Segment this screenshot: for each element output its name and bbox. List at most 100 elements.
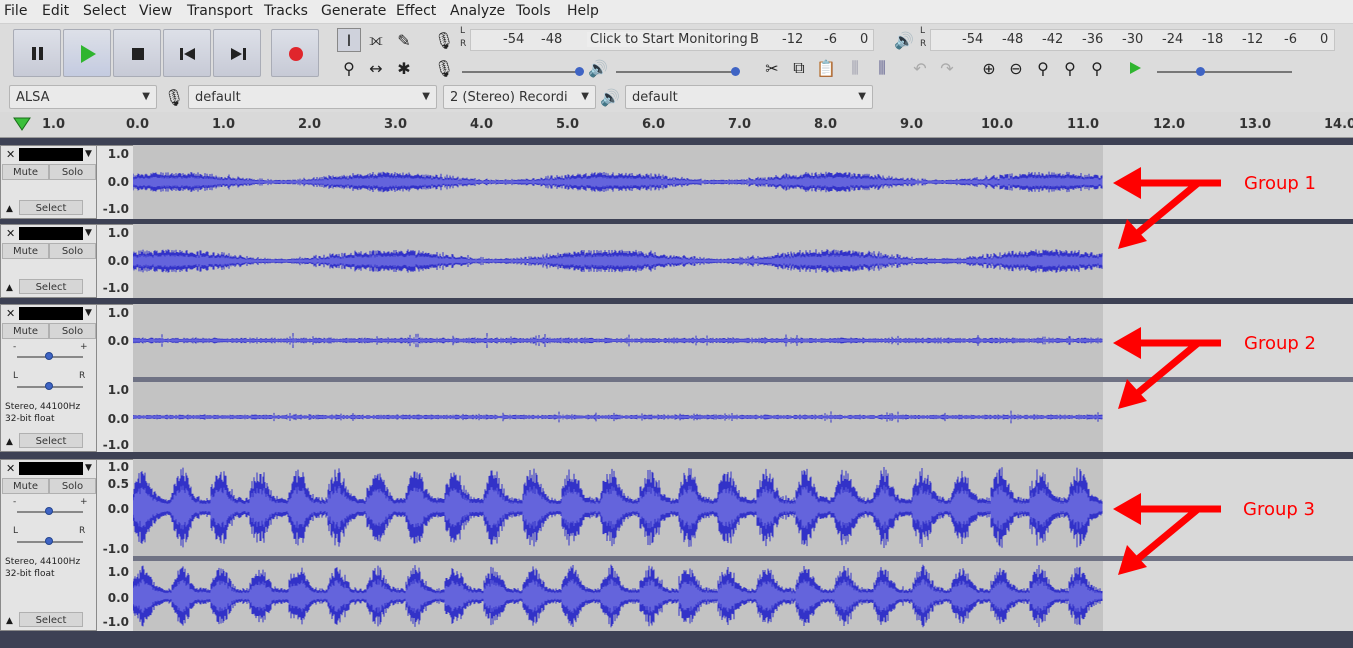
audio-host-select[interactable]: ALSA ▼: [9, 85, 157, 109]
record-device-select[interactable]: default ▼: [188, 85, 437, 109]
select-button[interactable]: Select: [19, 200, 83, 215]
waveform-channel-left[interactable]: [132, 304, 1103, 377]
silence-button[interactable]: ⫼: [870, 56, 894, 80]
mute-button[interactable]: Mute: [2, 323, 49, 339]
pan-slider-thumb[interactable]: [45, 382, 53, 390]
play-head-triangle-icon[interactable]: [12, 116, 32, 132]
track-name-redacted[interactable]: [19, 227, 83, 240]
play-at-speed-button[interactable]: [1123, 56, 1147, 80]
playback-volume-icon-wrap: 🔊: [586, 56, 610, 80]
track-name-redacted[interactable]: [19, 462, 83, 475]
menu-select[interactable]: Select: [83, 3, 126, 19]
record-channels-select[interactable]: 2 (Stereo) Recordi ▼: [443, 85, 596, 109]
record-volume-thumb[interactable]: [575, 67, 584, 76]
collapse-icon[interactable]: ▲: [6, 283, 13, 293]
close-icon[interactable]: ✕: [6, 148, 15, 161]
playback-device-select[interactable]: default ▼: [625, 85, 873, 109]
close-icon[interactable]: ✕: [6, 227, 15, 240]
collapse-icon[interactable]: ▲: [6, 437, 13, 447]
track-name-redacted[interactable]: [19, 307, 83, 320]
waveform-channel-right[interactable]: [132, 561, 1103, 631]
fit-selection-button[interactable]: ⚲: [1031, 56, 1055, 80]
vertical-scale[interactable]: 1.0 0.0 -1.0: [97, 145, 133, 219]
chevron-down-icon[interactable]: ▼: [85, 308, 92, 318]
vertical-scale[interactable]: 1.0 0.0 -1.0: [97, 224, 133, 298]
copy-button[interactable]: ⧉: [787, 56, 811, 80]
zoom-out-button[interactable]: ⊖: [1004, 56, 1028, 80]
undo-button[interactable]: ↶: [908, 56, 932, 80]
mute-button[interactable]: Mute: [2, 164, 49, 180]
mute-button[interactable]: Mute: [2, 478, 49, 494]
menu-view[interactable]: View: [139, 3, 172, 19]
waveform-channel-right[interactable]: [132, 382, 1103, 452]
gain-slider-thumb[interactable]: [45, 352, 53, 360]
skip-start-button[interactable]: [163, 29, 211, 77]
skip-end-button[interactable]: [213, 29, 261, 77]
select-button[interactable]: Select: [19, 279, 83, 294]
solo-button[interactable]: Solo: [49, 243, 96, 259]
envelope-tool[interactable]: ⟗: [364, 28, 388, 52]
menu-edit[interactable]: Edit: [42, 3, 69, 19]
timeline-ruler[interactable]: 1.0 0.0 1.0 2.0 3.0 4.0 5.0 6.0 7.0 8.0 …: [0, 112, 1353, 138]
playback-volume-thumb[interactable]: [731, 67, 740, 76]
menu-help[interactable]: Help: [567, 3, 599, 19]
close-icon[interactable]: ✕: [6, 462, 15, 475]
menu-tools[interactable]: Tools: [516, 3, 551, 19]
timeshift-tool[interactable]: ↔: [364, 56, 388, 80]
stop-button[interactable]: [113, 29, 161, 77]
ruler-tick: 0.0: [126, 117, 150, 132]
zoom-toggle-button[interactable]: ⚲: [1085, 56, 1109, 80]
collapse-icon[interactable]: ▲: [6, 204, 13, 214]
select-button[interactable]: Select: [19, 612, 83, 627]
play-speed-thumb[interactable]: [1196, 67, 1205, 76]
mute-button[interactable]: Mute: [2, 243, 49, 259]
fit-project-button[interactable]: ⚲: [1058, 56, 1082, 80]
menu-effect[interactable]: Effect: [396, 3, 436, 19]
chevron-down-icon[interactable]: ▼: [85, 149, 92, 159]
paste-button[interactable]: 📋: [814, 56, 838, 80]
menu-analyze[interactable]: Analyze: [450, 3, 505, 19]
collapse-icon[interactable]: ▲: [6, 616, 13, 626]
menu-file[interactable]: File: [4, 3, 27, 19]
track-name-redacted[interactable]: [19, 148, 83, 161]
gain-slider-thumb[interactable]: [45, 507, 53, 515]
solo-button[interactable]: Solo: [49, 323, 96, 339]
playback-meter-button[interactable]: 🔊: [892, 28, 916, 52]
record-button[interactable]: [271, 29, 319, 77]
chevron-down-icon[interactable]: ▼: [85, 228, 92, 238]
monitoring-tooltip[interactable]: Click to Start Monitoring: [587, 32, 751, 47]
zoom-in-button[interactable]: ⊕: [977, 56, 1001, 80]
redo-button[interactable]: ↷: [935, 56, 959, 80]
trim-button[interactable]: ⫼: [843, 56, 867, 80]
vertical-scale[interactable]: 1.0 0.0 1.0 0.0 -1.0: [97, 304, 133, 452]
play-button[interactable]: [63, 29, 111, 77]
group-3-label: Group 3: [1243, 499, 1315, 520]
waveform: [132, 249, 1103, 273]
waveform-channel-left[interactable]: [132, 459, 1103, 556]
select-button[interactable]: Select: [19, 433, 83, 448]
multi-tool[interactable]: ✱: [392, 56, 416, 80]
chevron-down-icon[interactable]: ▼: [85, 463, 92, 473]
menu-generate[interactable]: Generate: [321, 3, 386, 19]
playback-device-value: default: [632, 90, 678, 105]
zoom-tool[interactable]: ⚲: [337, 56, 361, 80]
menu-transport[interactable]: Transport: [187, 3, 253, 19]
waveform-track[interactable]: [132, 145, 1103, 219]
record-meter-button[interactable]: 🎙: [432, 28, 456, 52]
close-icon[interactable]: ✕: [6, 307, 15, 320]
cut-button[interactable]: ✂: [760, 56, 784, 80]
pause-button[interactable]: [13, 29, 61, 77]
waveform: [132, 410, 1103, 424]
vertical-scale[interactable]: 1.0 0.5 0.0 -1.0 1.0 0.0 -1.0: [97, 459, 133, 631]
solo-button[interactable]: Solo: [49, 164, 96, 180]
audio-host-value: ALSA: [16, 90, 50, 105]
record-volume-slider[interactable]: [462, 71, 580, 73]
menu-tracks[interactable]: Tracks: [264, 3, 308, 19]
solo-button[interactable]: Solo: [49, 478, 96, 494]
pan-slider-thumb[interactable]: [45, 537, 53, 545]
waveform-track[interactable]: [132, 224, 1103, 298]
selection-tool[interactable]: I: [337, 28, 361, 52]
play-speed-slider[interactable]: [1157, 71, 1292, 73]
playback-volume-slider[interactable]: [616, 71, 736, 73]
draw-tool[interactable]: ✎: [392, 28, 416, 52]
